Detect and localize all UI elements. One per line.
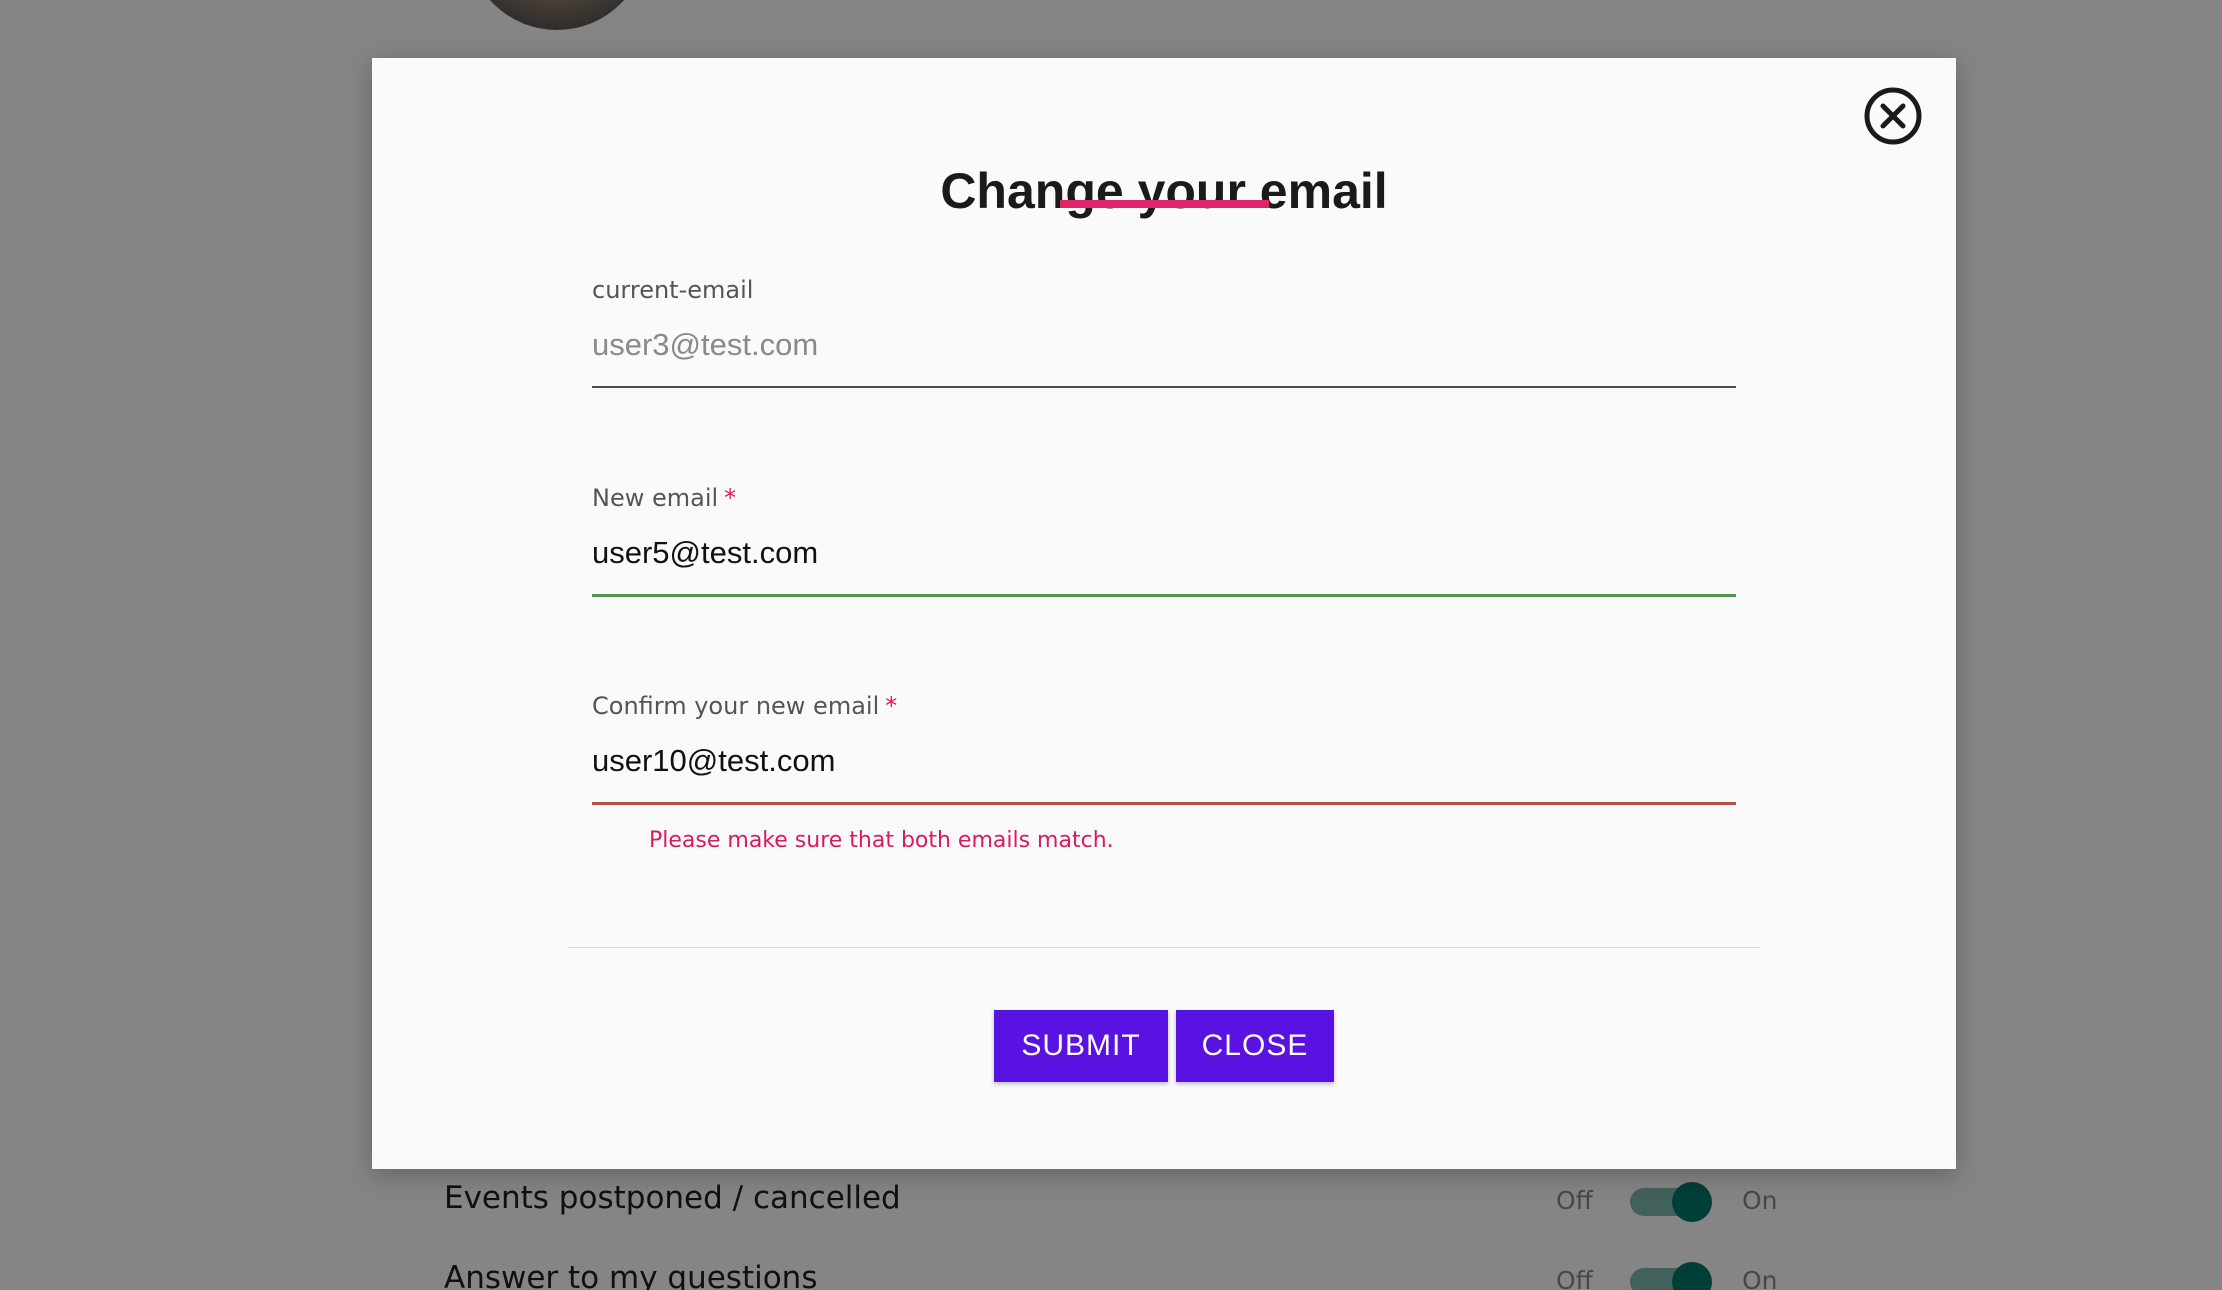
dialog-divider [568, 947, 1760, 948]
required-mark: * [724, 484, 737, 512]
confirm-email-label: Confirm your new email * [592, 692, 898, 720]
change-email-dialog: Change your email current-email New emai… [372, 58, 1956, 1169]
required-mark: * [885, 692, 898, 720]
title-underline [1060, 200, 1269, 208]
confirm-email-underline [592, 802, 1736, 805]
new-email-underline [592, 594, 1736, 597]
new-email-label: New email * [592, 484, 737, 512]
current-email-underline [592, 386, 1736, 388]
close-icon[interactable] [1863, 86, 1923, 146]
current-email-label: current-email [592, 276, 754, 304]
submit-button[interactable]: SUBMIT [994, 1010, 1168, 1082]
confirm-email-input[interactable] [592, 736, 1736, 786]
close-button[interactable]: CLOSE [1176, 1010, 1334, 1082]
dialog-title: Change your email [940, 163, 1388, 219]
email-mismatch-error: Please make sure that both emails match. [649, 828, 1114, 853]
page: Events postponed / cancelled Off On Answ… [0, 0, 2222, 1290]
new-email-input[interactable] [592, 528, 1736, 578]
current-email-input [592, 320, 1736, 370]
